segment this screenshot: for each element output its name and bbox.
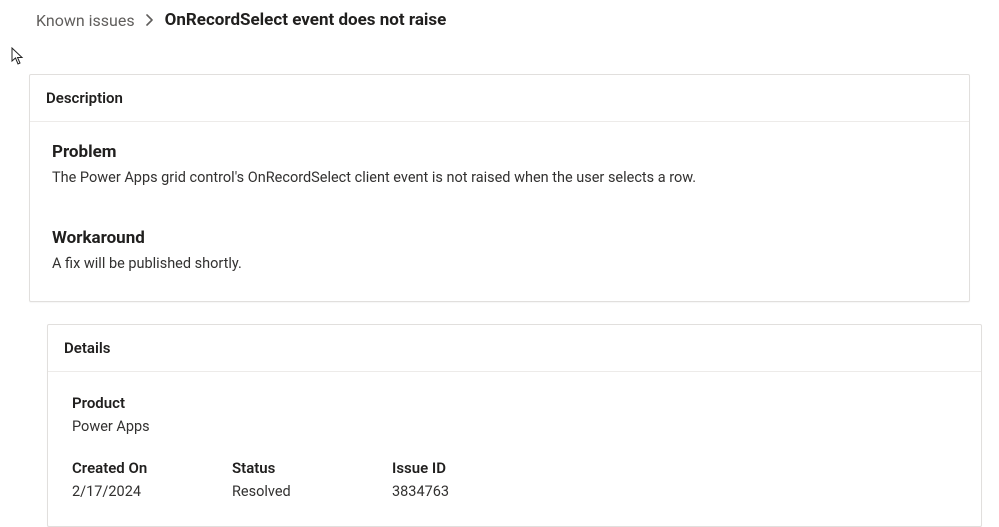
created-on-field: Created On 2/17/2024 — [72, 459, 232, 500]
chevron-right-icon — [145, 14, 155, 26]
details-card-body: Product Power Apps Created On 2/17/2024 … — [48, 372, 981, 526]
problem-heading: Problem — [52, 142, 947, 162]
status-value: Resolved — [232, 483, 392, 500]
workaround-section: Workaround A fix will be published short… — [52, 228, 947, 274]
issue-id-value: 3834763 — [392, 483, 552, 500]
cursor-artifact-icon — [11, 47, 25, 65]
breadcrumb: Known issues OnRecordSelect event does n… — [0, 0, 999, 30]
description-card-header: Description — [30, 75, 969, 122]
breadcrumb-parent-link[interactable]: Known issues — [36, 11, 135, 30]
description-card: Description Problem The Power Apps grid … — [29, 74, 970, 302]
created-on-label: Created On — [72, 459, 232, 477]
description-card-body: Problem The Power Apps grid control's On… — [30, 122, 969, 301]
status-label: Status — [232, 459, 392, 477]
details-row: Created On 2/17/2024 Status Resolved Iss… — [72, 459, 957, 500]
product-field: Product Power Apps — [72, 394, 957, 435]
details-card-header: Details — [48, 325, 981, 372]
created-on-value: 2/17/2024 — [72, 483, 232, 500]
issue-id-label: Issue ID — [392, 459, 552, 477]
details-card: Details Product Power Apps Created On 2/… — [47, 324, 982, 527]
workaround-text: A fix will be published shortly. — [52, 254, 947, 274]
issue-id-field: Issue ID 3834763 — [392, 459, 552, 500]
problem-section: Problem The Power Apps grid control's On… — [52, 142, 947, 188]
problem-text: The Power Apps grid control's OnRecordSe… — [52, 168, 947, 188]
workaround-heading: Workaround — [52, 228, 947, 248]
product-label: Product — [72, 394, 957, 412]
status-field: Status Resolved — [232, 459, 392, 500]
product-value: Power Apps — [72, 418, 957, 435]
breadcrumb-current: OnRecordSelect event does not raise — [165, 10, 447, 30]
